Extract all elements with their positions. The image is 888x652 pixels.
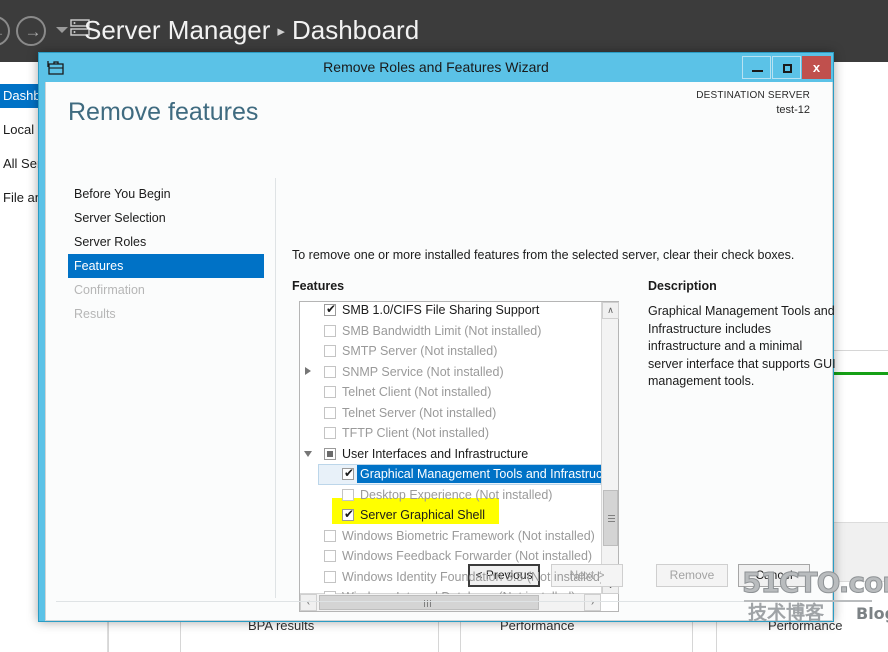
feature-label: Windows Identity Foundation 3.5 (Not ins… (342, 569, 601, 584)
feature-checkbox[interactable] (324, 427, 336, 439)
chevron-down-icon[interactable] (56, 27, 68, 33)
feature-label: SMB Bandwidth Limit (Not installed) (342, 323, 542, 338)
feature-checkbox[interactable] (324, 345, 336, 357)
feature-label: Telnet Server (Not installed) (342, 405, 497, 420)
feature-checkbox[interactable] (324, 324, 336, 337)
feature-label: SNMP Service (Not installed) (342, 364, 504, 379)
tree-row[interactable]: Windows Biometric Framework (Not install… (300, 526, 601, 547)
tree-row[interactable]: Windows Feedback Forwarder (Not installe… (300, 546, 601, 567)
checkbox-partial-icon (327, 450, 333, 457)
page-title: Server Manager ▸ Dashboard (84, 10, 419, 50)
feature-label: Windows Biometric Framework (Not install… (342, 528, 595, 543)
checkmark-icon: ✔ (344, 466, 355, 480)
breadcrumb-primary: Server Manager (84, 15, 271, 45)
maximize-button[interactable] (772, 56, 801, 79)
feature-label: Telnet Client (Not installed) (342, 385, 492, 399)
feature-checkbox[interactable]: ✔ (324, 302, 337, 316)
sidebar-item-label: All Ser (3, 156, 42, 171)
feature-label: Windows Feedback Forwarder (Not installe… (342, 549, 593, 563)
wizard-titlebar[interactable]: Remove Roles and Features Wizard x (39, 53, 833, 82)
back-arrow-icon[interactable]: ← (0, 16, 10, 46)
feature-checkbox[interactable] (324, 529, 336, 542)
wizard-body: Remove features DESTINATION SERVER test-… (45, 82, 836, 621)
close-icon: x (812, 60, 821, 75)
feature-label: SMB 1.0/CIFS File Sharing Support (342, 303, 540, 317)
feature-checkbox[interactable] (324, 365, 336, 378)
sidebar-item-label: Dashb (3, 88, 41, 103)
feature-label: Graphical Management Tools and Infrastru… (360, 467, 601, 481)
feature-checkbox[interactable]: ✔ (342, 507, 355, 521)
sidebar-item-label: File an (3, 190, 43, 205)
feature-label: User Interfaces and Infrastructure (342, 446, 529, 461)
feature-label: TFTP Client (Not installed) (342, 426, 490, 440)
feature-checkbox[interactable] (324, 386, 336, 398)
feature-label: SMTP Server (Not installed) (342, 344, 498, 358)
feature-checkbox[interactable] (342, 488, 354, 501)
tree-row[interactable]: Windows Identity Foundation 3.5 (Not ins… (300, 567, 601, 588)
minimize-button[interactable] (742, 56, 771, 79)
feature-label: Windows Internal Database (Not installed… (342, 589, 575, 594)
breadcrumb-separator: ▸ (277, 23, 285, 40)
feature-checkbox[interactable] (324, 570, 336, 583)
feature-checkbox[interactable]: ✔ (342, 466, 355, 480)
remove-button: Remove (656, 564, 728, 587)
feature-checkbox[interactable] (324, 406, 336, 419)
feature-label: Server Graphical Shell (360, 508, 486, 522)
forward-arrow-icon[interactable]: → (16, 16, 46, 46)
expander-open-icon[interactable] (304, 450, 312, 457)
close-button[interactable]: x (802, 56, 831, 79)
window-controls: x (741, 56, 831, 79)
cancel-button[interactable]: Cancel (738, 564, 810, 587)
feature-checkbox[interactable] (324, 550, 336, 562)
checkmark-icon: ✔ (326, 302, 337, 316)
wizard-title: Remove Roles and Features Wizard (323, 59, 549, 75)
feature-checkbox[interactable] (324, 447, 336, 460)
expander-collapsed-icon[interactable] (305, 366, 311, 375)
tree-row[interactable]: Windows Internal Database (Not installed… (300, 587, 601, 594)
feature-label: Desktop Experience (Not installed) (360, 487, 553, 502)
remove-roles-features-wizard: Remove Roles and Features Wizard x Remov… (38, 52, 836, 622)
feature-checkbox[interactable] (324, 591, 336, 594)
checkmark-icon: ✔ (344, 507, 355, 521)
breadcrumb-secondary: Dashboard (291, 15, 420, 45)
